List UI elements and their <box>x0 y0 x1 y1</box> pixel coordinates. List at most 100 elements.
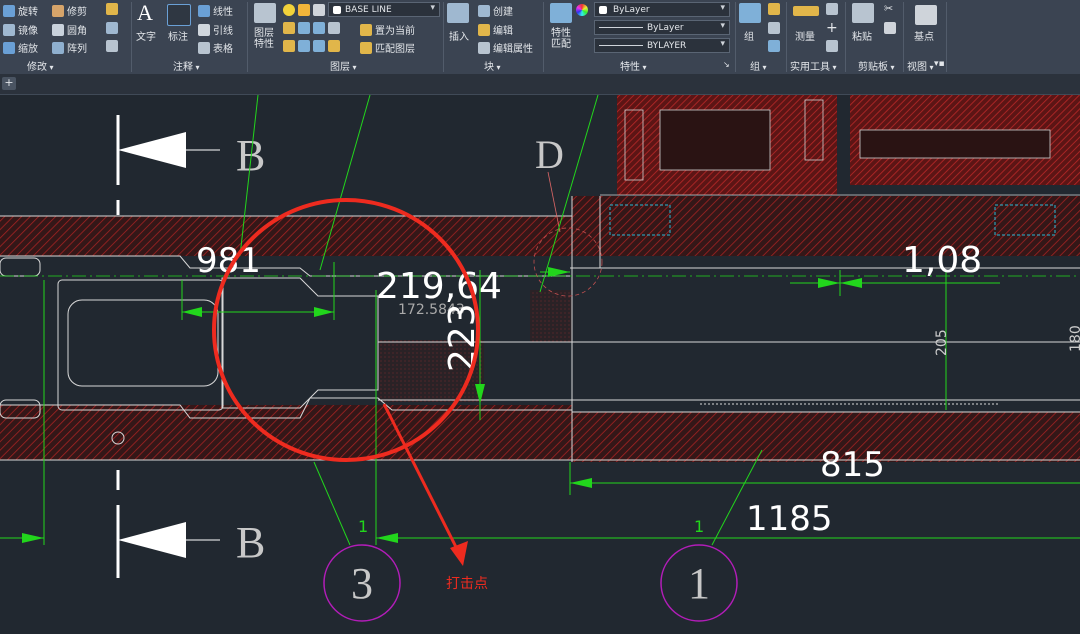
layer-freeze-icon <box>313 22 325 34</box>
layers-panel-title[interactable]: 图层 <box>330 58 357 73</box>
balloon-3: 3 <box>323 544 401 622</box>
thread-marks <box>600 267 1060 405</box>
cut-tool[interactable]: ✂ <box>884 3 893 15</box>
base-point-button[interactable]: 基点 <box>914 28 934 43</box>
layer-state-icons[interactable] <box>283 4 325 16</box>
detail-label: D <box>535 132 564 177</box>
new-tab-button[interactable]: + <box>2 77 16 90</box>
group-icon <box>739 3 761 23</box>
base-view-icon <box>915 5 937 25</box>
group-button[interactable]: 组 <box>744 28 754 43</box>
layer-tools-row2[interactable] <box>283 40 340 52</box>
paste-button[interactable]: 粘贴 <box>852 28 872 43</box>
point-tool[interactable]: + <box>826 21 838 35</box>
divider <box>903 2 904 72</box>
drawing-canvas[interactable]: B B D 981 219,64 172.5843 223 1,08 205 1… <box>0 95 1080 634</box>
copy-tool[interactable] <box>106 22 118 34</box>
insert-icon <box>447 3 469 23</box>
fillet-tool[interactable]: 圆角 <box>52 22 87 37</box>
match-properties-button[interactable]: 特性匹配 <box>547 28 575 50</box>
ungroup-tool[interactable] <box>768 3 780 15</box>
insert-button[interactable]: 插入 <box>449 28 469 43</box>
color-wheel-icon <box>576 4 588 16</box>
explode-tool[interactable] <box>106 40 118 52</box>
edit-attributes-tool[interactable]: 编辑属性 <box>478 40 533 55</box>
linetype-dropdown[interactable]: ByLayer <box>594 20 730 35</box>
leader-tool[interactable]: 引线 <box>198 22 233 37</box>
calculator-tool[interactable] <box>826 40 838 52</box>
trim-tool[interactable]: 修剪 <box>52 3 87 18</box>
scissors-icon: ✂ <box>884 2 894 15</box>
color-swatch <box>599 5 607 14</box>
create-block-tool[interactable]: 创建 <box>478 3 513 18</box>
mirror-tool[interactable]: 镜像 <box>3 22 38 37</box>
ungroup-icon <box>768 3 780 15</box>
layer-walk-icon <box>328 22 340 34</box>
utilities-panel-title[interactable]: 实用工具 <box>790 58 837 73</box>
properties-panel-title[interactable]: 特性 <box>620 58 647 73</box>
shaft-hatching <box>0 196 1080 462</box>
linear-tool[interactable]: 线性 <box>198 3 233 18</box>
section-marker-top: B <box>116 115 265 215</box>
edit-block-icon <box>478 23 490 36</box>
group-edit-tool[interactable] <box>768 22 780 34</box>
annotation-panel-title[interactable]: 注释 <box>173 58 200 73</box>
layer-on-icon <box>298 40 310 52</box>
edit-attributes-icon <box>478 41 490 54</box>
array-icon <box>52 41 64 54</box>
clipboard-icon <box>852 3 874 23</box>
edit-block-tool[interactable]: 编辑 <box>478 22 513 37</box>
modify-panel-title[interactable]: 修改 <box>27 58 54 73</box>
rotate-tool[interactable]: 旋转 <box>3 3 38 18</box>
group-select-tool[interactable] <box>768 40 780 52</box>
scale-tool[interactable]: 缩放 <box>3 40 38 55</box>
erase-tool[interactable] <box>106 3 118 15</box>
layer-off-icon <box>298 22 310 34</box>
array-tool[interactable]: 阵列 <box>52 40 87 55</box>
svg-text:1: 1 <box>688 559 710 608</box>
layer-properties-button[interactable]: 图层特性 <box>250 28 278 50</box>
copy-clip-tool[interactable] <box>884 22 896 34</box>
table-tool[interactable]: 表格 <box>198 40 233 55</box>
view-panel-pin[interactable]: ▾▪ <box>934 59 945 69</box>
match-layer-tool[interactable]: 匹配图层 <box>360 40 415 55</box>
color-wheel[interactable] <box>576 4 588 16</box>
svg-text:3: 3 <box>351 559 373 608</box>
lineweight-dropdown[interactable]: BYLAYER <box>594 38 730 53</box>
table-icon <box>198 41 210 54</box>
sun-icon <box>298 4 310 16</box>
layer-thaw-icon <box>313 40 325 52</box>
set-current-tool[interactable]: 置为当前 <box>360 22 415 37</box>
divider <box>845 2 846 72</box>
copy-icon <box>106 22 118 34</box>
trim-icon <box>52 4 64 17</box>
view-panel-title[interactable]: 视图 <box>907 58 934 73</box>
block-panel-title[interactable]: 块 <box>484 58 501 73</box>
layer-properties-icon <box>254 3 276 23</box>
group-panel-title[interactable]: 组 <box>750 58 767 73</box>
layer-color-swatch <box>333 5 341 14</box>
divider <box>131 2 132 72</box>
balloon-1: 1 <box>660 544 738 622</box>
rotate-icon <box>3 4 15 17</box>
group-select-icon <box>768 40 780 52</box>
color-dropdown[interactable]: ByLayer <box>594 2 730 17</box>
lightbulb-icon <box>283 4 295 16</box>
text-button[interactable]: 文字 <box>136 28 156 43</box>
pencil-icon <box>106 3 118 15</box>
dim-815: 815 <box>820 445 885 485</box>
calculator-icon <box>826 40 838 52</box>
quick-select-tool[interactable] <box>826 3 838 15</box>
properties-launcher[interactable]: ↘ <box>723 60 730 69</box>
measure-button[interactable]: 测量 <box>795 28 815 43</box>
fillet-icon <box>52 23 64 36</box>
section-marker-bottom: B <box>116 470 265 578</box>
clipboard-panel-title[interactable]: 剪贴板 <box>858 58 895 73</box>
layer-tools-row1[interactable] <box>283 22 340 34</box>
quick-select-icon <box>826 3 838 15</box>
layer-unisolate-icon <box>283 40 295 52</box>
layer-dropdown[interactable]: BASE LINE <box>328 2 440 17</box>
explode-icon <box>106 40 118 52</box>
dimension-button[interactable]: 标注 <box>168 28 188 43</box>
group-edit-icon <box>768 22 780 34</box>
